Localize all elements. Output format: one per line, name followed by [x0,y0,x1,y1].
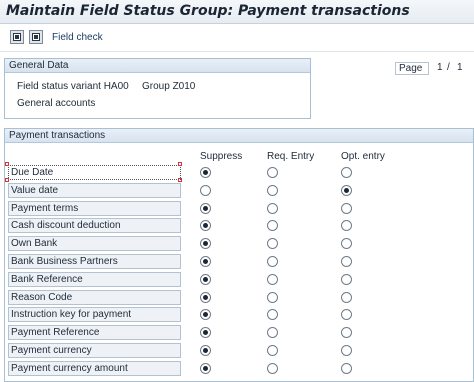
req-entry-radio[interactable] [267,274,278,285]
payment-transactions-header: Payment transactions [5,129,473,143]
page-total: 1 [457,62,463,73]
suppress-radio[interactable] [200,345,211,356]
req-entry-radio[interactable] [267,256,278,267]
document-icon[interactable] [29,30,43,44]
req-entry-radio[interactable] [267,167,278,178]
req-entry-radio[interactable] [267,238,278,249]
opt-entry-radio[interactable] [341,327,352,338]
field-label: Due Date [8,165,181,180]
req-entry-radio[interactable] [267,327,278,338]
page-title: Maintain Field Status Group: Payment tra… [6,3,410,19]
field-label: Value date [8,183,181,198]
general-data-header: General Data [5,59,310,73]
opt-entry-radio[interactable] [341,203,352,214]
suppress-radio[interactable] [200,363,211,374]
field-label: Payment Reference [8,325,181,340]
opt-entry-radio[interactable] [341,292,352,303]
suppress-radio[interactable] [200,309,211,320]
req-entry-radio[interactable] [267,345,278,356]
page-separator: / [447,62,450,73]
suppress-radio[interactable] [200,292,211,303]
req-entry-radio[interactable] [267,292,278,303]
opt-entry-radio[interactable] [341,309,352,320]
group-description-text: General accounts [17,98,96,109]
focus-marker [5,178,9,182]
suppress-radio[interactable] [200,220,211,231]
suppress-radio[interactable] [200,274,211,285]
req-entry-radio[interactable] [267,185,278,196]
column-header-req-entry: Req. Entry [267,151,315,162]
opt-entry-radio[interactable] [341,167,352,178]
field-label: Instruction key for payment [8,307,181,322]
suppress-radio[interactable] [200,238,211,249]
field-status-variant-text: Field status variant HA00 [17,81,129,92]
page-current: 1 [437,62,443,73]
focus-marker [178,162,182,166]
page-indicator: 1 / 1 [430,62,466,75]
suppress-radio[interactable] [200,185,211,196]
suppress-radio[interactable] [200,203,211,214]
opt-entry-radio[interactable] [341,185,352,196]
focus-marker [5,162,9,166]
toolbar-divider [0,51,474,52]
suppress-radio[interactable] [200,167,211,178]
column-header-opt-entry: Opt. entry [341,151,385,162]
field-label: Payment terms [8,201,181,216]
focus-marker [178,178,182,182]
opt-entry-radio[interactable] [341,345,352,356]
column-header-suppress: Suppress [200,151,243,162]
field-check-button[interactable]: Field check [52,32,103,43]
suppress-radio[interactable] [200,256,211,267]
req-entry-radio[interactable] [267,220,278,231]
suppress-radio[interactable] [200,327,211,338]
req-entry-radio[interactable] [267,203,278,214]
opt-entry-radio[interactable] [341,363,352,374]
save-icon[interactable] [10,30,24,44]
field-label: Cash discount deduction [8,218,181,233]
field-label: Reason Code [8,290,181,305]
group-text: Group Z010 [142,81,196,92]
req-entry-radio[interactable] [267,363,278,374]
field-label: Payment currency amount [8,361,181,376]
opt-entry-radio[interactable] [341,238,352,249]
opt-entry-radio[interactable] [341,274,352,285]
field-label: Bank Business Partners [8,254,181,269]
req-entry-radio[interactable] [267,309,278,320]
title-bar: Maintain Field Status Group: Payment tra… [0,0,474,24]
field-label: Bank Reference [8,272,181,287]
general-data-group: General Data Field status variant HA00 G… [4,58,311,119]
opt-entry-radio[interactable] [341,220,352,231]
field-label: Own Bank [8,236,181,251]
field-label: Payment currency [8,343,181,358]
opt-entry-radio[interactable] [341,256,352,267]
page-label: Page [395,62,429,75]
application-toolbar: Field check [0,27,474,49]
